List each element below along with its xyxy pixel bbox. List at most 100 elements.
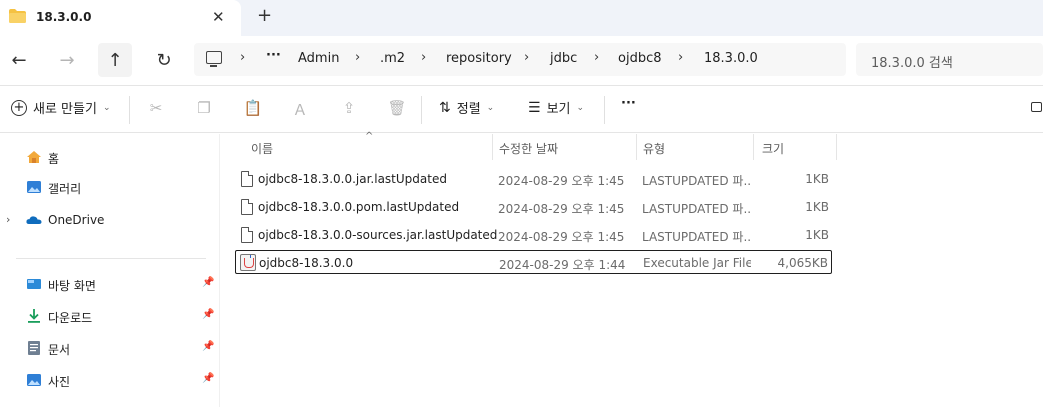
file-type: LASTUPDATED 파...: [642, 230, 750, 244]
address-bar[interactable]: › ··· Admin › .m2 › repository › jdbc › …: [194, 43, 846, 76]
toolbar-divider: [421, 96, 422, 124]
column-name[interactable]: 이름: [251, 140, 273, 157]
tab-title: 18.3.0.0: [36, 10, 92, 24]
computer-icon: [206, 51, 222, 67]
close-icon[interactable]: ✕: [212, 8, 225, 26]
sidebar-item-label: OneDrive: [48, 213, 105, 227]
document-icon: [28, 341, 40, 355]
sort-button-label: 정렬: [456, 102, 481, 117]
new-button-label: 새로 만들기: [33, 102, 97, 117]
download-icon: [28, 309, 40, 323]
sidebar-item-label: 홈: [48, 152, 60, 166]
column-date[interactable]: 수정한 날짜: [499, 140, 558, 157]
view-button[interactable]: ☰ 보기 ⌄: [528, 98, 585, 118]
file-icon: [241, 199, 253, 215]
sidebar-item-documents[interactable]: 문서 📌: [0, 336, 219, 360]
view-icon: ☰: [528, 99, 541, 116]
sidebar-item-gallery[interactable]: 갤러리: [0, 175, 219, 199]
file-size: 1KB: [805, 228, 829, 242]
column-divider[interactable]: [836, 134, 837, 160]
tab-current-folder[interactable]: 18.3.0.0 ✕: [0, 0, 241, 36]
desktop-icon: [27, 279, 41, 289]
new-tab-button[interactable]: +: [257, 5, 272, 26]
file-date: 2024-08-29 오후 1:45: [498, 174, 625, 188]
column-divider[interactable]: [636, 134, 637, 160]
column-type[interactable]: 유형: [643, 140, 665, 157]
pin-icon[interactable]: 📌: [202, 309, 214, 320]
chevron-right-icon[interactable]: ›: [240, 50, 245, 65]
pin-icon[interactable]: 📌: [202, 373, 214, 384]
search-placeholder: 18.3.0.0 검색: [871, 56, 953, 71]
file-size: 1KB: [805, 200, 829, 214]
sidebar-item-label: 문서: [48, 343, 71, 357]
delete-icon[interactable]: 🗑: [387, 99, 407, 119]
chevron-right-icon[interactable]: ›: [524, 50, 529, 65]
chevron-right-icon[interactable]: ›: [678, 50, 683, 65]
sidebar-item-desktop[interactable]: 바탕 화면 📌: [0, 272, 219, 296]
file-row[interactable]: ojdbc8-18.3.0.0.jar.lastUpdated 2024-08-…: [235, 167, 832, 191]
toolbar-divider: [129, 96, 130, 124]
file-date: 2024-08-29 오후 1:45: [498, 202, 625, 216]
new-button[interactable]: + 새로 만들기 ⌄: [11, 98, 110, 117]
copy-icon[interactable]: ❐: [194, 99, 214, 119]
share-icon[interactable]: ⇪: [339, 99, 359, 119]
sidebar-item-label: 갤러리: [48, 182, 82, 196]
rename-icon[interactable]: Ａ: [290, 99, 310, 119]
column-divider[interactable]: [753, 134, 754, 160]
file-type: Executable Jar File: [643, 256, 751, 270]
search-input[interactable]: 18.3.0.0 검색: [856, 43, 1043, 76]
chevron-right-icon[interactable]: ›: [594, 50, 599, 65]
column-header: ^ 이름 수정한 날짜 유형 크기: [221, 131, 1043, 160]
breadcrumb-jdbc[interactable]: jdbc: [550, 51, 577, 66]
paste-icon[interactable]: 📋: [243, 99, 263, 119]
column-divider[interactable]: [492, 134, 493, 160]
file-name: ojdbc8-18.3.0.0-sources.jar.lastUpdated: [258, 228, 498, 242]
chevron-down-icon: ⌄: [576, 102, 585, 113]
sidebar-item-pictures[interactable]: 사진 📌: [0, 368, 219, 392]
java-jar-icon: [240, 254, 256, 271]
up-button[interactable]: ↑: [98, 43, 132, 77]
chevron-right-icon[interactable]: ›: [421, 50, 426, 65]
pin-icon[interactable]: 📌: [202, 277, 214, 288]
address-row: ← → ↑ ↻ › ··· Admin › .m2 › repository ›…: [0, 36, 1043, 84]
file-row[interactable]: ojdbc8-18.3.0.0-sources.jar.lastUpdated …: [235, 223, 832, 247]
chevron-right-icon[interactable]: ›: [355, 50, 360, 65]
pin-icon[interactable]: 📌: [202, 341, 214, 352]
sidebar-item-label: 바탕 화면: [48, 279, 96, 293]
refresh-button[interactable]: ↻: [147, 43, 181, 77]
back-button[interactable]: ←: [2, 43, 36, 77]
cloud-icon: [26, 216, 42, 224]
sidebar-item-home[interactable]: 홈: [0, 145, 219, 169]
breadcrumb-ojdbc8[interactable]: ojdbc8: [618, 51, 662, 66]
add-icon: +: [11, 99, 27, 116]
file-icon: [241, 227, 253, 243]
sidebar-item-onedrive[interactable]: › OneDrive: [0, 208, 219, 232]
breadcrumb-admin[interactable]: Admin: [298, 51, 339, 66]
breadcrumb-version[interactable]: 18.3.0.0: [704, 51, 758, 66]
file-icon: [241, 171, 253, 187]
file-row[interactable]: ojdbc8-18.3.0.0.pom.lastUpdated 2024-08-…: [235, 195, 832, 219]
breadcrumb-m2[interactable]: .m2: [380, 51, 405, 66]
file-size: 4,065KB: [777, 256, 828, 270]
breadcrumb-repository[interactable]: repository: [446, 51, 512, 66]
sidebar-item-downloads[interactable]: 다운로드 📌: [0, 304, 219, 328]
details-pane-icon[interactable]: [1031, 102, 1042, 112]
cut-icon[interactable]: ✂: [146, 99, 166, 119]
column-size[interactable]: 크기: [762, 140, 784, 157]
chevron-right-icon[interactable]: ›: [6, 213, 10, 226]
file-row[interactable]: ojdbc8-18.3.0.0 2024-08-29 오후 1:44 Execu…: [235, 250, 832, 274]
breadcrumb-overflow[interactable]: ···: [266, 48, 281, 63]
folder-icon: [9, 9, 26, 23]
sort-button[interactable]: ⇅ 정렬 ⌄: [439, 98, 495, 118]
file-date: 2024-08-29 오후 1:45: [498, 230, 625, 244]
sidebar-item-label: 다운로드: [48, 311, 93, 325]
chevron-down-icon: ⌄: [486, 102, 495, 113]
sort-icon: ⇅: [439, 99, 451, 116]
navigation-pane: 홈 갤러리 › OneDrive 바탕 화면 📌 다운로드 📌 문서 📌 사진 …: [0, 134, 220, 407]
sidebar-divider: [16, 258, 206, 259]
more-options-button[interactable]: ···: [621, 96, 636, 111]
toolbar-divider: [604, 96, 605, 124]
file-name: ojdbc8-18.3.0.0.jar.lastUpdated: [258, 172, 447, 186]
forward-button[interactable]: →: [50, 43, 84, 77]
sidebar-item-label: 사진: [48, 375, 71, 389]
